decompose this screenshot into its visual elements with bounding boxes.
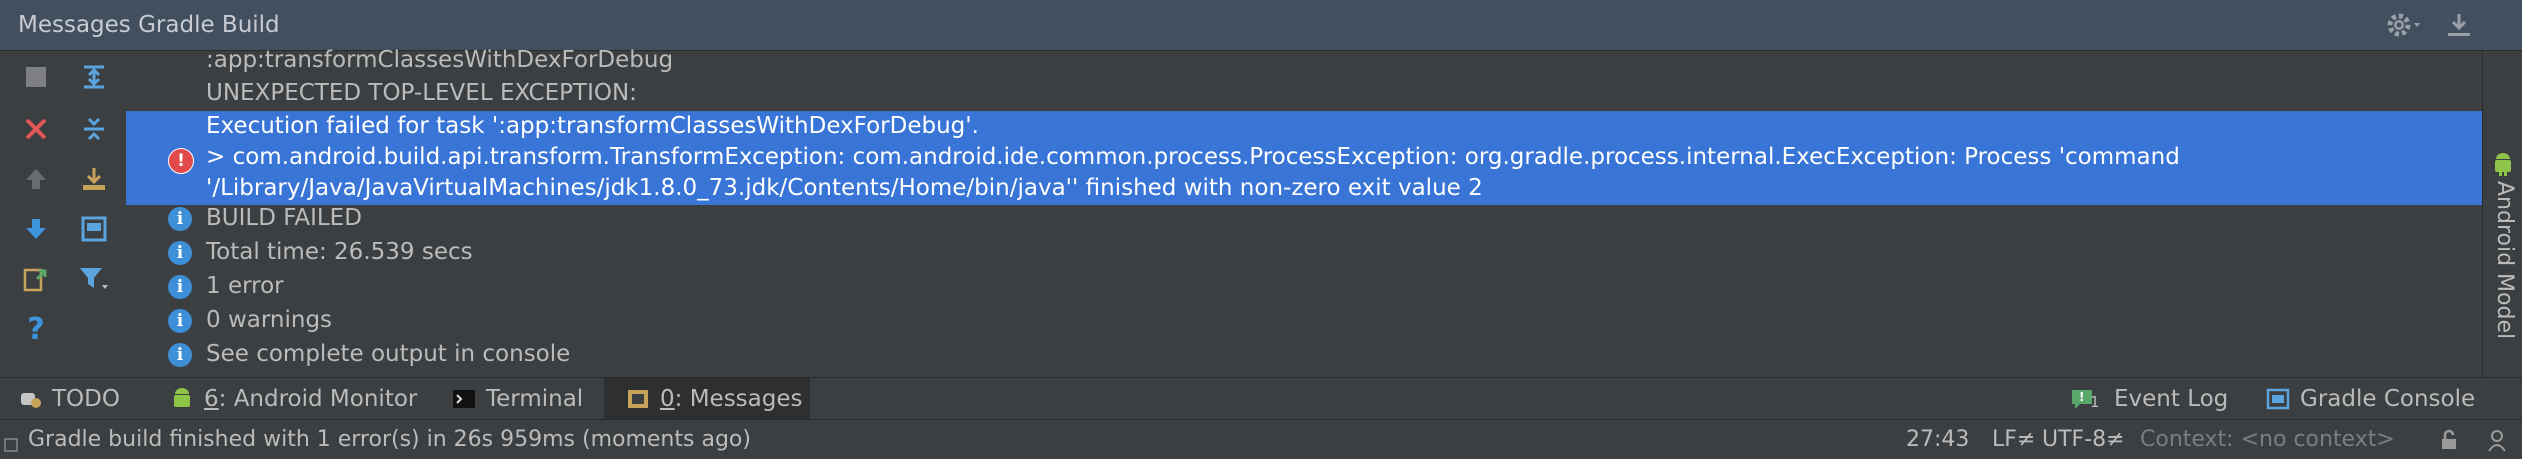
stop-icon[interactable] xyxy=(16,57,56,97)
close-icon[interactable] xyxy=(16,109,56,149)
context-indicator[interactable]: Context: <no context> xyxy=(2140,420,2395,459)
tab-terminal-label: Terminal xyxy=(486,386,584,412)
todo-icon xyxy=(18,387,42,411)
info-icon: i xyxy=(168,241,192,265)
tab-android-monitor-number: 6 xyxy=(204,386,219,412)
hector-icon[interactable] xyxy=(2484,427,2510,459)
info-message[interactable]: Total time: 26.539 secs xyxy=(206,239,473,265)
messages-icon xyxy=(626,387,650,411)
error-line: '/Library/Java/JavaVirtualMachines/jdk1.… xyxy=(206,175,1483,201)
error-message-row[interactable]: ! Execution failed for task ':app:transf… xyxy=(126,111,2482,205)
status-bar: Gradle build finished with 1 error(s) in… xyxy=(0,419,2522,459)
svg-text:!: ! xyxy=(2079,390,2084,404)
info-message[interactable]: 0 warnings xyxy=(206,307,332,333)
android-icon xyxy=(2491,151,2515,181)
tool-window-bar: TODO 6: Android Monitor Terminal 0: Mess… xyxy=(0,377,2522,420)
message-line[interactable]: :app:transformClassesWithDexForDebug xyxy=(206,47,673,73)
error-line: > com.android.build.api.transform.Transf… xyxy=(206,144,2180,170)
info-message[interactable]: See complete output in console xyxy=(206,341,570,367)
android-icon xyxy=(170,387,194,411)
collapse-all-icon[interactable] xyxy=(74,109,114,149)
message-line[interactable]: UNEXPECTED TOP-LEVEL EXCEPTION: xyxy=(206,80,637,106)
previous-message-icon[interactable] xyxy=(16,159,56,199)
tab-android-monitor-label: : Android Monitor xyxy=(218,386,418,412)
right-tool-strip: Android Model xyxy=(2482,51,2522,377)
hide-pin-icon[interactable] xyxy=(2444,10,2474,44)
tab-todo[interactable]: TODO xyxy=(18,378,132,420)
lock-icon[interactable] xyxy=(2438,429,2460,457)
android-model-tab[interactable]: Android Model xyxy=(2487,181,2517,401)
terminal-icon xyxy=(452,387,476,411)
error-icon: ! xyxy=(168,148,194,174)
status-indicator-icon[interactable] xyxy=(4,433,18,458)
tab-terminal[interactable]: Terminal xyxy=(452,378,583,420)
tab-gradle-console-label: Gradle Console xyxy=(2300,386,2476,412)
expand-all-icon[interactable] xyxy=(74,57,114,97)
file-encoding[interactable]: UTF-8≠ xyxy=(2042,420,2125,459)
settings-gear-icon[interactable] xyxy=(2384,10,2426,44)
tab-messages-number: 0 xyxy=(660,386,675,412)
export-to-text-icon[interactable] xyxy=(16,259,56,299)
info-icon: i xyxy=(168,275,192,299)
info-icon: i xyxy=(168,309,192,333)
caret-position[interactable]: 27:43 xyxy=(1906,420,1969,459)
event-log-count: 1 xyxy=(2090,393,2100,411)
status-message[interactable]: Gradle build finished with 1 error(s) in… xyxy=(28,420,751,459)
tab-messages-label: : Messages xyxy=(674,386,803,412)
info-icon: i xyxy=(168,343,192,367)
filter-icon[interactable] xyxy=(74,259,114,299)
messages-toolbar: ? xyxy=(0,51,126,377)
info-message[interactable]: 1 error xyxy=(206,273,284,299)
help-icon[interactable]: ? xyxy=(16,309,56,349)
tab-messages[interactable]: 0: Messages xyxy=(604,378,810,420)
info-icon: i xyxy=(168,207,192,231)
info-message[interactable]: BUILD FAILED xyxy=(206,205,362,231)
tab-android-monitor[interactable]: 6: Android Monitor xyxy=(170,378,417,420)
tool-window-title: Messages Gradle Build xyxy=(18,12,280,38)
tab-event-log[interactable]: ! 1 Event Log xyxy=(2070,378,2228,420)
line-separator[interactable]: LF≠ xyxy=(1992,420,2035,459)
tab-gradle-console[interactable]: Gradle Console xyxy=(2266,378,2475,420)
next-message-icon[interactable] xyxy=(16,209,56,249)
event-log-icon: ! 1 xyxy=(2070,387,2104,411)
messages-tree: :app:transformClassesWithDexForDebug UNE… xyxy=(126,47,2482,377)
error-line: Execution failed for task ':app:transfor… xyxy=(206,113,979,139)
tool-window-header: Messages Gradle Build xyxy=(0,0,2522,51)
tab-todo-label: TODO xyxy=(52,386,120,412)
export-icon[interactable] xyxy=(74,159,114,199)
autoscroll-icon[interactable] xyxy=(74,209,114,249)
tab-event-log-label: Event Log xyxy=(2114,386,2229,412)
gradle-console-icon xyxy=(2266,387,2290,411)
